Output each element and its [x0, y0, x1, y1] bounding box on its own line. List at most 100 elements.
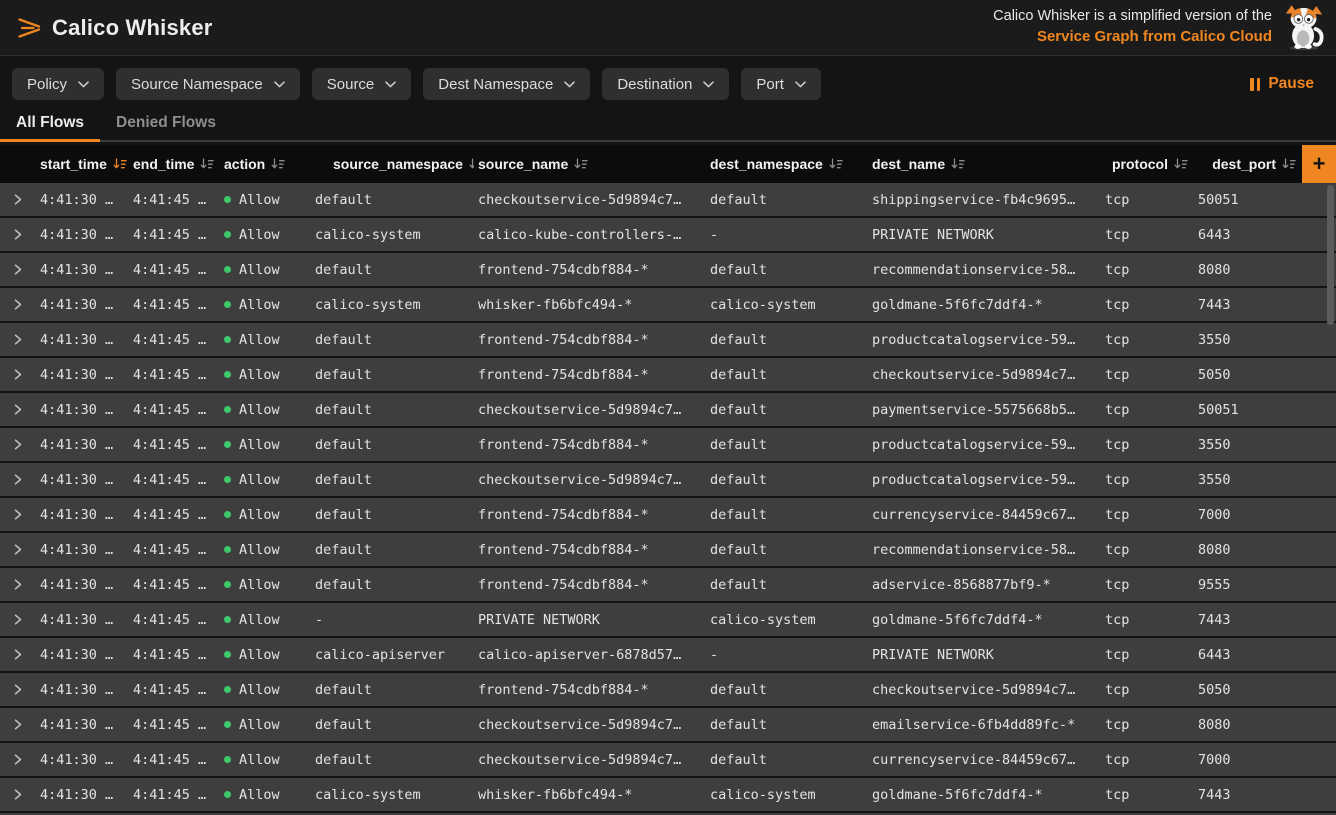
cell-dest-name: productcatalogservice-59… — [868, 472, 1101, 488]
calico-cat-mascot — [1284, 4, 1326, 51]
row-expand-chevron[interactable] — [0, 719, 36, 730]
expand-chevron-icon — [14, 544, 22, 555]
table-row: 4:41:30 …4:41:45 …Allowcalico-apiserverc… — [0, 638, 1336, 671]
cell-start-time: 4:41:30 … — [36, 577, 129, 593]
cell-dest-name: goldmane-5f6fc7ddf4-* — [868, 787, 1101, 803]
filter-policy[interactable]: Policy — [12, 68, 104, 100]
row-expand-chevron[interactable] — [0, 614, 36, 625]
table-row: 4:41:30 …4:41:45 …Allowdefaultfrontend-7… — [0, 673, 1336, 706]
allow-status-dot — [224, 231, 231, 238]
cell-dest-port: 3550 — [1194, 437, 1336, 453]
cell-action: Allow — [220, 437, 311, 453]
cell-dest-port: 7443 — [1194, 297, 1336, 313]
row-expand-chevron[interactable] — [0, 264, 36, 275]
filter-dest-namespace[interactable]: Dest Namespace — [423, 68, 590, 100]
tab-denied-flows[interactable]: Denied Flows — [100, 108, 232, 140]
cell-dest-name: recommendationservice-58… — [868, 542, 1101, 558]
cell-source-name: whisker-fb6bfc494-* — [474, 787, 706, 803]
row-expand-chevron[interactable] — [0, 474, 36, 485]
row-expand-chevron[interactable] — [0, 754, 36, 765]
filter-port[interactable]: Port — [741, 68, 821, 100]
cell-source-name: calico-kube-controllers-… — [474, 227, 706, 243]
cell-dest-name: goldmane-5f6fc7ddf4-* — [868, 297, 1101, 313]
pause-button[interactable]: Pause — [1250, 75, 1322, 93]
cell-dest-port: 8080 — [1194, 262, 1336, 278]
cell-dest-port: 7000 — [1194, 507, 1336, 523]
column-header-dest-name[interactable]: dest_name — [868, 156, 1101, 172]
row-expand-chevron[interactable] — [0, 684, 36, 695]
cell-dest-port: 5050 — [1194, 682, 1336, 698]
table-row: 4:41:30 …4:41:45 …Allowcalico-systemwhis… — [0, 778, 1336, 811]
row-expand-chevron[interactable] — [0, 299, 36, 310]
column-header-source-namespace[interactable]: source_namespace — [311, 156, 474, 172]
column-header-dest-namespace[interactable]: dest_namespace — [706, 156, 868, 172]
action-label: Allow — [239, 752, 280, 768]
filter-source-namespace[interactable]: Source Namespace — [116, 68, 300, 100]
table-row: 4:41:30 …4:41:45 …Allowcalico-systemwhis… — [0, 288, 1336, 321]
table-row: 4:41:30 …4:41:45 …Allowdefaultcheckoutse… — [0, 183, 1336, 216]
row-expand-chevron[interactable] — [0, 789, 36, 800]
allow-status-dot — [224, 196, 231, 203]
column-header-source-name[interactable]: source_name — [474, 156, 706, 172]
cell-start-time: 4:41:30 … — [36, 297, 129, 313]
tab-denied-flows-label: Denied Flows — [116, 114, 216, 131]
action-label: Allow — [239, 402, 280, 418]
cell-dest-namespace: calico-system — [706, 297, 868, 313]
cell-protocol: tcp — [1101, 227, 1194, 243]
cell-source-name: whisker-fb6bfc494-* — [474, 297, 706, 313]
row-expand-chevron[interactable] — [0, 194, 36, 205]
allow-status-dot — [224, 301, 231, 308]
filter-source[interactable]: Source — [312, 68, 412, 100]
cell-source-name: PRIVATE NETWORK — [474, 612, 706, 628]
allow-status-dot — [224, 686, 231, 693]
row-expand-chevron[interactable] — [0, 404, 36, 415]
cell-source-namespace: default — [311, 752, 474, 768]
cell-source-namespace: default — [311, 332, 474, 348]
cell-dest-name: PRIVATE NETWORK — [868, 227, 1101, 243]
row-expand-chevron[interactable] — [0, 649, 36, 660]
tab-all-flows-label: All Flows — [16, 114, 84, 131]
filter-source-namespace-label: Source Namespace — [131, 76, 263, 93]
row-expand-chevron[interactable] — [0, 229, 36, 240]
sort-icon — [574, 158, 588, 171]
cell-source-name: frontend-754cdbf884-* — [474, 332, 706, 348]
service-graph-link[interactable]: Service Graph from Calico Cloud — [1037, 28, 1272, 45]
tagline-text: Calico Whisker is a simplified version o… — [993, 6, 1272, 27]
cell-end-time: 4:41:45 … — [129, 752, 220, 768]
column-header-dest-port[interactable]: dest_port — [1194, 156, 1302, 172]
cell-dest-namespace: default — [706, 577, 868, 593]
table-row: 4:41:30 …4:41:45 …Allowdefaultcheckoutse… — [0, 743, 1336, 776]
cell-source-name: frontend-754cdbf884-* — [474, 507, 706, 523]
action-label: Allow — [239, 577, 280, 593]
cell-action: Allow — [220, 787, 311, 803]
cell-start-time: 4:41:30 … — [36, 542, 129, 558]
scrollbar-thumb[interactable] — [1327, 185, 1334, 325]
cell-action: Allow — [220, 752, 311, 768]
allow-status-dot — [224, 336, 231, 343]
expand-chevron-icon — [14, 299, 22, 310]
cell-dest-namespace: calico-system — [706, 612, 868, 628]
cell-end-time: 4:41:45 … — [129, 297, 220, 313]
column-header-end-time[interactable]: end_time — [129, 156, 220, 172]
row-expand-chevron[interactable] — [0, 579, 36, 590]
expand-chevron-icon — [14, 439, 22, 450]
row-expand-chevron[interactable] — [0, 509, 36, 520]
row-expand-chevron[interactable] — [0, 334, 36, 345]
column-header-action[interactable]: action — [220, 156, 311, 172]
expand-chevron-icon — [14, 229, 22, 240]
cell-action: Allow — [220, 262, 311, 278]
cell-dest-namespace: default — [706, 682, 868, 698]
tab-all-flows[interactable]: All Flows — [0, 108, 100, 140]
cell-end-time: 4:41:45 … — [129, 367, 220, 383]
row-expand-chevron[interactable] — [0, 439, 36, 450]
filter-destination[interactable]: Destination — [602, 68, 729, 100]
expand-chevron-icon — [14, 369, 22, 380]
column-header-start-time[interactable]: start_time — [36, 156, 129, 172]
row-expand-chevron[interactable] — [0, 544, 36, 555]
add-column-button[interactable]: + — [1302, 145, 1336, 183]
cell-start-time: 4:41:30 … — [36, 752, 129, 768]
column-header-protocol[interactable]: protocol — [1101, 156, 1194, 172]
cell-action: Allow — [220, 682, 311, 698]
cell-source-name: calico-apiserver-6878d57… — [474, 647, 706, 663]
row-expand-chevron[interactable] — [0, 369, 36, 380]
